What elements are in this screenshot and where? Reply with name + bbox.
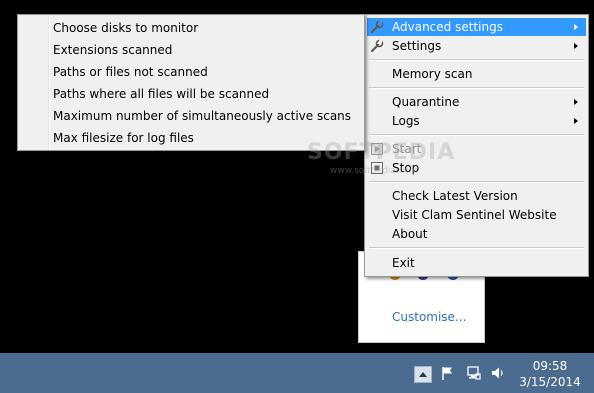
- submenu-item-max-active-scans[interactable]: Maximum number of simultaneously active …: [20, 106, 362, 126]
- clock-date[interactable]: 3/15/2014: [510, 375, 590, 389]
- menu-item-about[interactable]: About: [367, 225, 586, 243]
- menu-item-label: Quarantine: [392, 95, 460, 109]
- menu-separator: [369, 181, 584, 183]
- submenu-arrow-icon: [574, 43, 578, 49]
- menu-item-label: Stop: [392, 161, 420, 175]
- submenu-item-label: Paths or files not scanned: [53, 65, 208, 79]
- menu-separator: [369, 87, 584, 89]
- menu-item-label: Check Latest Version: [392, 189, 518, 203]
- menu-item-label: Visit Clam Sentinel Website: [392, 208, 557, 222]
- menu-item-visit-website[interactable]: Visit Clam Sentinel Website: [367, 206, 586, 224]
- menu-separator: [369, 247, 584, 249]
- menu-item-start[interactable]: Start: [367, 140, 586, 158]
- submenu-item-paths-all-scanned[interactable]: Paths where all files will be scanned: [20, 84, 362, 104]
- menu-item-label: Memory scan: [392, 67, 473, 81]
- wrench-icon: [370, 20, 384, 34]
- clock-time[interactable]: 09:58: [520, 359, 580, 373]
- submenu-item-extensions-scanned[interactable]: Extensions scanned: [20, 40, 362, 60]
- chevron-up-icon: [419, 372, 427, 377]
- action-center-flag-icon[interactable]: [440, 365, 456, 381]
- menu-item-label: Advanced settings: [392, 20, 503, 34]
- show-hidden-icons-button[interactable]: [414, 366, 432, 383]
- submenu-item-choose-disks[interactable]: Choose disks to monitor: [20, 18, 362, 38]
- context-menu: Advanced settings Settings Memory scan Q…: [364, 14, 589, 277]
- submenu-item-label: Maximum number of simultaneously active …: [53, 109, 352, 123]
- menu-item-label: About: [392, 227, 428, 241]
- network-icon[interactable]: [466, 365, 482, 381]
- menu-item-logs[interactable]: Logs: [367, 112, 586, 130]
- advanced-settings-submenu: Choose disks to monitor Extensions scann…: [17, 14, 365, 151]
- submenu-arrow-icon: [574, 99, 578, 105]
- menu-item-quarantine[interactable]: Quarantine: [367, 93, 586, 111]
- menu-item-memory-scan[interactable]: Memory scan: [367, 65, 586, 83]
- menu-separator: [369, 59, 584, 61]
- wrench-icon: [370, 39, 384, 53]
- menu-separator: [369, 134, 584, 136]
- menu-item-check-latest-version[interactable]: Check Latest Version: [367, 187, 586, 205]
- menu-item-label: Start: [392, 142, 422, 156]
- taskbar: 09:58 3/15/2014: [0, 353, 594, 393]
- volume-icon[interactable]: [490, 365, 506, 381]
- submenu-item-label: Max filesize for log files: [53, 131, 194, 145]
- menu-item-label: Settings: [392, 39, 442, 53]
- submenu-item-label: Choose disks to monitor: [53, 21, 199, 35]
- menu-item-settings[interactable]: Settings: [367, 37, 586, 55]
- submenu-item-label: Extensions scanned: [53, 43, 173, 57]
- menu-item-label: Exit: [392, 256, 415, 270]
- menu-item-advanced-settings[interactable]: Advanced settings: [367, 18, 586, 36]
- menu-item-exit[interactable]: Exit: [367, 254, 586, 272]
- submenu-arrow-icon: [574, 118, 578, 124]
- submenu-arrow-icon: [574, 24, 578, 30]
- submenu-item-paths-not-scanned[interactable]: Paths or files not scanned: [20, 62, 362, 82]
- submenu-item-max-log-filesize[interactable]: Max filesize for log files: [20, 128, 362, 148]
- submenu-item-label: Paths where all files will be scanned: [53, 87, 270, 101]
- menu-item-stop[interactable]: Stop: [367, 159, 586, 177]
- play-icon: [370, 142, 384, 156]
- customise-link[interactable]: Customise...: [392, 310, 466, 324]
- menu-item-label: Logs: [392, 114, 420, 128]
- stop-icon: [370, 161, 384, 175]
